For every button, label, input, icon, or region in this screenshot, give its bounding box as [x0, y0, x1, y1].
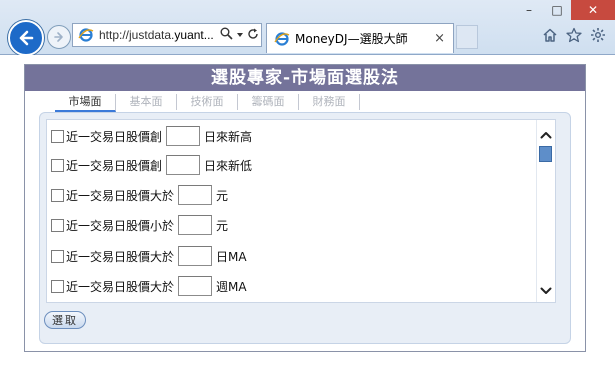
ie-logo-icon — [77, 26, 95, 44]
stock-screener-frame: 選股專家-市場面選股法 市場面 基本面 技術面 籌碼面 財務面 近一交易日股價創… — [24, 64, 586, 352]
criteria-checkbox[interactable] — [51, 158, 64, 172]
criteria-checkbox[interactable] — [51, 218, 64, 232]
search-icon[interactable] — [220, 27, 233, 43]
criteria-row: 近一交易日股價大於 元 — [51, 185, 228, 205]
close-window-button[interactable]: ✕ — [571, 0, 615, 20]
gear-icon[interactable] — [589, 26, 607, 44]
criteria-label: 近一交易日股價小於 — [66, 218, 175, 233]
weekly-ma-input[interactable] — [178, 276, 213, 296]
criteria-checkbox[interactable] — [51, 249, 64, 263]
criteria-label: 近一交易日股價大於 — [66, 249, 175, 264]
arrow-left-icon — [19, 30, 34, 46]
criteria-label: 近一交易日股價創 — [66, 158, 163, 173]
tab-financial[interactable]: 財務面 — [299, 94, 360, 110]
criteria-checkbox[interactable] — [51, 188, 64, 202]
chevron-down-icon[interactable] — [537, 282, 555, 300]
daily-ma-input[interactable] — [178, 246, 213, 266]
url-path: http://justdata. — [99, 28, 175, 42]
tab-chips[interactable]: 籌碼面 — [238, 94, 299, 110]
criteria-label: 近一交易日股價大於 — [66, 279, 175, 294]
tab-market[interactable]: 市場面 — [55, 94, 116, 112]
criteria-row: 近一交易日股價大於 日MA — [51, 246, 247, 266]
criteria-suffix: 元 — [216, 188, 229, 203]
star-icon[interactable] — [565, 26, 583, 44]
tab-fundamental[interactable]: 基本面 — [116, 94, 177, 110]
maximize-button[interactable]: □ — [543, 0, 571, 20]
criteria-label: 近一交易日股價創 — [66, 129, 163, 144]
dropdown-icon[interactable] — [236, 29, 244, 42]
window-controls: – □ ✕ — [515, 0, 615, 22]
refresh-icon[interactable] — [247, 28, 259, 43]
url-domain: yuant... — [174, 28, 214, 42]
browser-chrome: – □ ✕ http://justdata.yuant... MoneyDJ—選… — [0, 0, 615, 56]
select-button[interactable]: 選取 — [44, 311, 86, 329]
criteria-list: 近一交易日股價創 日來新高 近一交易日股價創 日來新低 近一交易日股價大於 元 — [46, 119, 556, 303]
browser-tab[interactable]: MoneyDJ—選股大師 × — [266, 23, 454, 53]
chevron-up-icon[interactable] — [537, 126, 555, 144]
criteria-suffix: 元 — [216, 218, 229, 233]
url-text[interactable]: http://justdata.yuant... — [99, 28, 217, 42]
browser-tools — [541, 26, 607, 44]
category-tabs: 市場面 基本面 技術面 籌碼面 財務面 — [55, 94, 360, 112]
criteria-row: 近一交易日股價小於 元 — [51, 215, 228, 235]
page-title: 選股專家-市場面選股法 — [25, 65, 585, 91]
price-below-input[interactable] — [178, 215, 213, 235]
home-icon[interactable] — [541, 26, 559, 44]
price-above-input[interactable] — [178, 185, 213, 205]
arrow-right-icon — [54, 32, 63, 42]
criteria-row: 近一交易日股價創 日來新高 — [51, 126, 252, 146]
new-tab-button[interactable] — [456, 25, 478, 49]
criteria-suffix: 日MA — [216, 249, 247, 264]
ie-logo-icon — [273, 30, 291, 48]
scrollbar-thumb[interactable] — [539, 146, 552, 162]
tab-close-icon[interactable]: × — [434, 31, 445, 46]
days-high-input[interactable] — [166, 126, 201, 146]
days-low-input[interactable] — [166, 155, 201, 175]
criteria-label: 近一交易日股價大於 — [66, 188, 175, 203]
criteria-row: 近一交易日股價大於 週MA — [51, 276, 247, 296]
criteria-suffix: 週MA — [216, 279, 247, 294]
forward-button[interactable] — [47, 25, 71, 49]
criteria-checkbox[interactable] — [51, 279, 64, 293]
address-bar[interactable]: http://justdata.yuant... — [72, 23, 262, 47]
criteria-panel: 近一交易日股價創 日來新高 近一交易日股價創 日來新低 近一交易日股價大於 元 — [39, 112, 571, 344]
criteria-row: 近一交易日股價創 日來新低 — [51, 155, 252, 175]
criteria-suffix: 日來新高 — [204, 129, 253, 144]
vertical-scrollbar[interactable] — [536, 120, 555, 302]
web-page: 選股專家-市場面選股法 市場面 基本面 技術面 籌碼面 財務面 近一交易日股價創… — [0, 55, 615, 381]
criteria-checkbox[interactable] — [51, 129, 64, 143]
tab-technical[interactable]: 技術面 — [177, 94, 238, 110]
tab-title: MoneyDJ—選股大師 — [295, 32, 408, 46]
back-button[interactable] — [8, 20, 44, 56]
criteria-suffix: 日來新低 — [204, 158, 253, 173]
minimize-button[interactable]: – — [515, 0, 543, 20]
